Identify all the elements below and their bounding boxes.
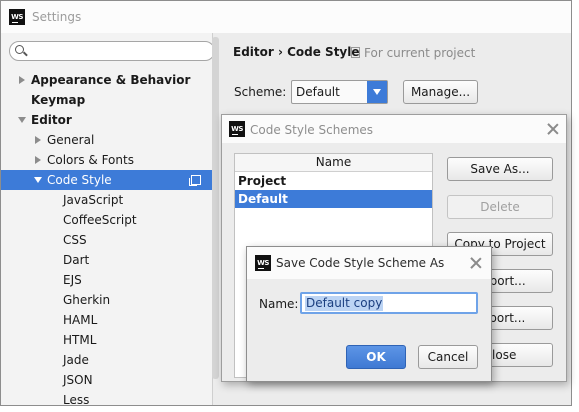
tree-item-code-style[interactable]: Code Style — [1, 170, 212, 190]
window-title-bar: WS Settings — [1, 1, 571, 33]
tree-item-label: CoffeeScript — [63, 213, 137, 227]
tree-item-colors-fonts[interactable]: Colors & Fonts — [1, 150, 212, 170]
tree-item-coffeescript[interactable]: CoffeeScript — [1, 210, 212, 230]
webstorm-logo-icon: WS — [229, 121, 245, 137]
save-as-button[interactable]: Save As... — [447, 157, 553, 181]
collapse-arrow-icon[interactable] — [18, 117, 26, 123]
breadcrumb: Editor › Code Style — [233, 45, 360, 59]
tree-item-appearance-behavior[interactable]: Appearance & Behavior — [1, 70, 212, 90]
chevron-down-icon[interactable] — [367, 81, 387, 103]
tree-item-gherkin[interactable]: Gherkin — [1, 290, 212, 310]
collapse-arrow-icon[interactable] — [34, 177, 42, 183]
save-scheme-as-dialog: WS Save Code Style Scheme As Name: Defau… — [246, 246, 492, 382]
delete-button[interactable]: Delete — [447, 195, 553, 219]
expand-arrow-icon[interactable] — [19, 76, 25, 84]
expand-arrow-icon[interactable] — [35, 136, 41, 144]
tree-item-label: HAML — [63, 313, 98, 327]
tree-item-css[interactable]: CSS — [1, 230, 212, 250]
tree-item-ejs[interactable]: EJS — [1, 270, 212, 290]
tree-item-label: Code Style — [47, 173, 112, 187]
tree-item-jade[interactable]: Jade — [1, 350, 212, 370]
tree-item-keymap[interactable]: Keymap — [1, 90, 212, 110]
name-label: Name: — [259, 297, 299, 311]
tree-item-label: JSON — [63, 373, 93, 387]
settings-search-input[interactable] — [9, 41, 215, 61]
scheme-name-value: Default copy — [305, 296, 384, 311]
copy-icon — [189, 175, 201, 186]
tree-item-json[interactable]: JSON — [1, 370, 212, 390]
scheme-name-input[interactable]: Default copy — [300, 292, 478, 314]
ok-button[interactable]: OK — [346, 345, 406, 369]
close-icon[interactable] — [547, 123, 559, 135]
cancel-button[interactable]: Cancel — [418, 345, 478, 369]
scheme-label: Scheme: — [234, 85, 287, 99]
webstorm-logo-icon: WS — [255, 255, 271, 271]
manage-button[interactable]: Manage... — [403, 80, 478, 104]
table-row[interactable]: Default — [235, 190, 432, 208]
tree-item-label: Jade — [63, 353, 89, 367]
scheme-select[interactable]: Default — [291, 80, 388, 104]
breadcrumb-note: For current project — [364, 46, 476, 60]
tree-item-label: Keymap — [31, 93, 86, 107]
webstorm-logo-icon: WS — [9, 9, 25, 25]
dialog-title-bar: WS Code Style Schemes — [222, 115, 566, 143]
close-icon[interactable] — [470, 257, 482, 269]
tree-item-label: Less — [63, 393, 90, 407]
project-file-icon — [351, 47, 360, 58]
table-header-name[interactable]: Name — [235, 154, 432, 172]
tree-item-general[interactable]: General — [1, 130, 212, 150]
tree-item-label: Colors & Fonts — [47, 153, 134, 167]
settings-sidebar: Appearance & Behavior Keymap Editor Gene… — [1, 33, 215, 407]
table-row[interactable]: Project — [235, 172, 432, 190]
tree-item-label: HTML — [63, 333, 97, 347]
tree-item-label: JavaScript — [63, 193, 124, 207]
tree-item-label: Editor — [31, 113, 72, 127]
tree-item-dart[interactable]: Dart — [1, 250, 212, 270]
window-title: Settings — [32, 10, 82, 24]
tree-item-label: General — [47, 133, 95, 147]
tree-item-html[interactable]: HTML — [1, 330, 212, 350]
expand-arrow-icon[interactable] — [35, 156, 41, 164]
tree-item-javascript[interactable]: JavaScript — [1, 190, 212, 210]
search-icon — [15, 45, 24, 54]
tree-item-label: CSS — [63, 233, 87, 247]
dialog-title-bar: WS Save Code Style Scheme As — [247, 247, 491, 279]
tree-item-label: Dart — [63, 253, 90, 267]
tree-item-less[interactable]: Less — [1, 390, 212, 410]
tree-item-haml[interactable]: HAML — [1, 310, 212, 330]
dialog-title: Code Style Schemes — [250, 123, 374, 137]
scheme-select-value: Default — [296, 85, 340, 99]
tree-item-editor[interactable]: Editor — [1, 110, 212, 130]
tree-item-label: EJS — [63, 273, 82, 287]
tree-item-label: Appearance & Behavior — [31, 73, 191, 87]
sidebar-scrollbar[interactable] — [212, 37, 219, 379]
dialog-title: Save Code Style Scheme As — [276, 256, 445, 270]
tree-item-label: Gherkin — [63, 293, 111, 307]
